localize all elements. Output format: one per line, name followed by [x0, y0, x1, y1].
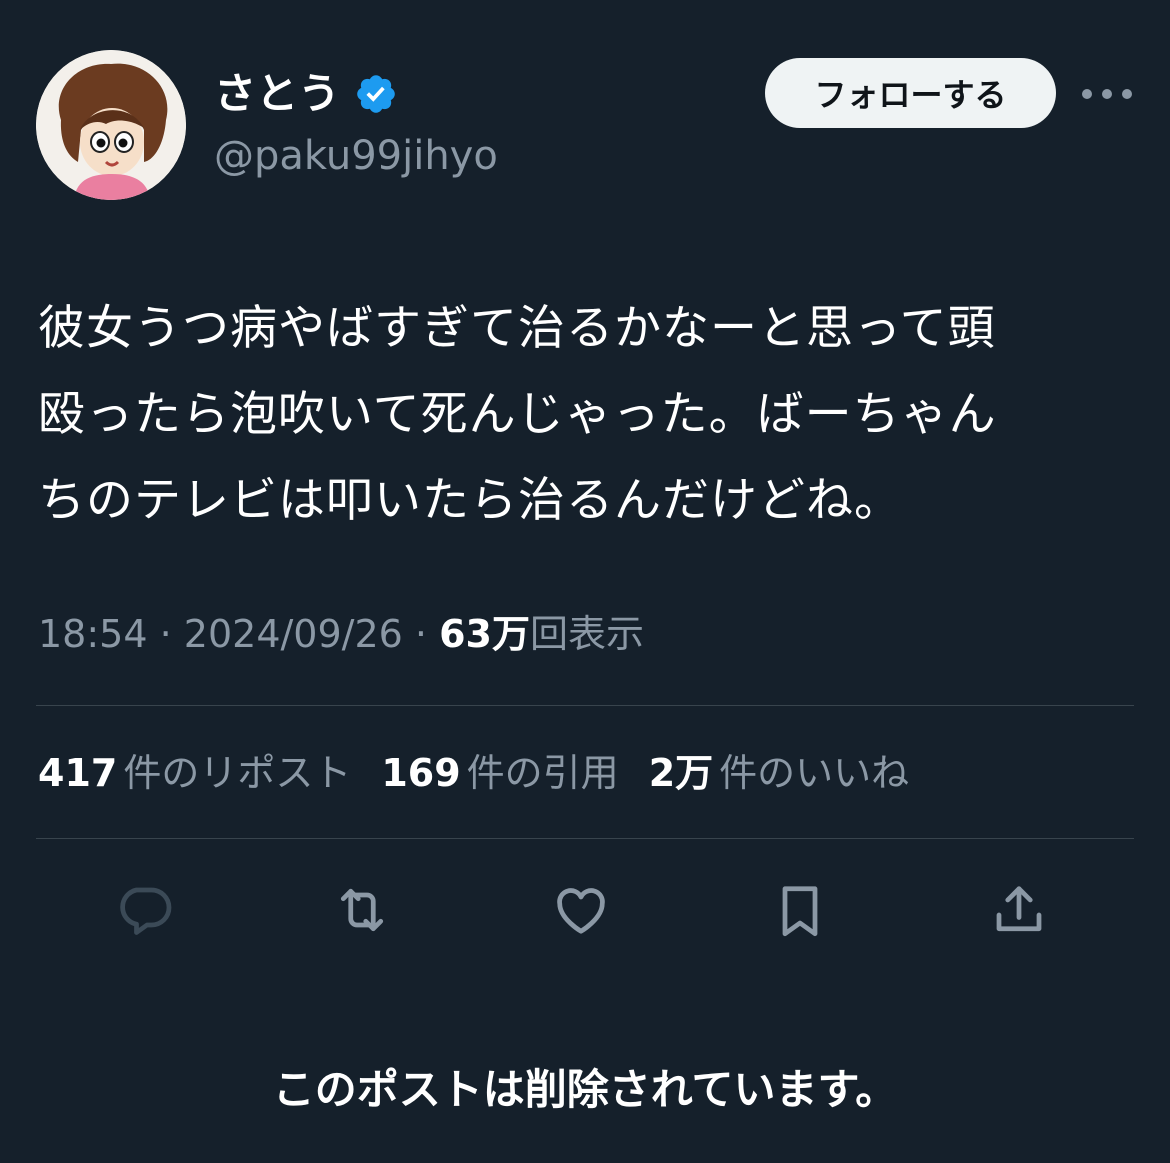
quotes-count: 169	[381, 751, 461, 795]
tweet-page: さとう @paku99jihyo フォローする 彼女うつ病やばすぎて治るかなーと…	[0, 0, 1170, 1163]
avatar[interactable]	[36, 50, 186, 200]
like-icon[interactable]	[541, 870, 621, 950]
deleted-notice: このポストは削除されています。	[272, 1065, 898, 1114]
divider	[36, 705, 1134, 706]
views-label: 回表示	[530, 612, 645, 656]
reposts-label: 件のリポスト	[123, 751, 352, 795]
reply-icon[interactable]	[104, 870, 184, 950]
share-icon[interactable]	[979, 870, 1059, 950]
quotes-stat[interactable]: 169 件の引用	[381, 745, 618, 801]
verified-badge-icon[interactable]	[354, 72, 398, 116]
quotes-label: 件の引用	[466, 751, 619, 795]
engagement-stats: 417 件のリポスト 169 件の引用 2万 件のいいね	[38, 745, 909, 801]
tweet-line: 彼女うつ病やばすぎて治るかなーと思って頭	[38, 301, 996, 356]
reposts-stat[interactable]: 417 件のリポスト	[38, 745, 351, 801]
views-count[interactable]: 63万	[439, 612, 530, 656]
likes-label: 件のいいね	[719, 751, 910, 795]
tweet-time[interactable]: 18:54	[38, 612, 148, 656]
bookmark-icon[interactable]	[760, 870, 840, 950]
display-name[interactable]: さとう	[214, 66, 398, 122]
repost-icon[interactable]	[322, 870, 402, 950]
tweet-line: 殴ったら泡吹いて死んじゃった。ばーちゃん	[38, 387, 997, 442]
meta-separator: ·	[159, 612, 172, 656]
action-bar	[0, 870, 1170, 950]
likes-stat[interactable]: 2万 件のいいね	[649, 745, 909, 801]
divider	[36, 838, 1134, 839]
meta-separator: ·	[414, 612, 428, 656]
user-handle[interactable]: @paku99jihyo	[214, 128, 498, 184]
reposts-count: 417	[38, 751, 118, 795]
tweet-date[interactable]: 2024/09/26	[184, 612, 403, 656]
cartoon-woman-avatar-icon	[36, 50, 186, 200]
tweet-text: 彼女うつ病やばすぎて治るかなーと思って頭 殴ったら泡吹いて死んじゃった。ばーちゃ…	[38, 286, 1130, 544]
tweet-line: ちのテレビは叩いたら治るんだけどね。	[38, 473, 902, 528]
more-dots-icon[interactable]	[1082, 76, 1132, 112]
display-name-text: さとう	[214, 69, 341, 118]
tweet-meta: 18:54 · 2024/09/26 · 63万回表示	[38, 606, 644, 662]
likes-count: 2万	[648, 751, 714, 795]
follow-button[interactable]: フォローする	[765, 58, 1056, 128]
